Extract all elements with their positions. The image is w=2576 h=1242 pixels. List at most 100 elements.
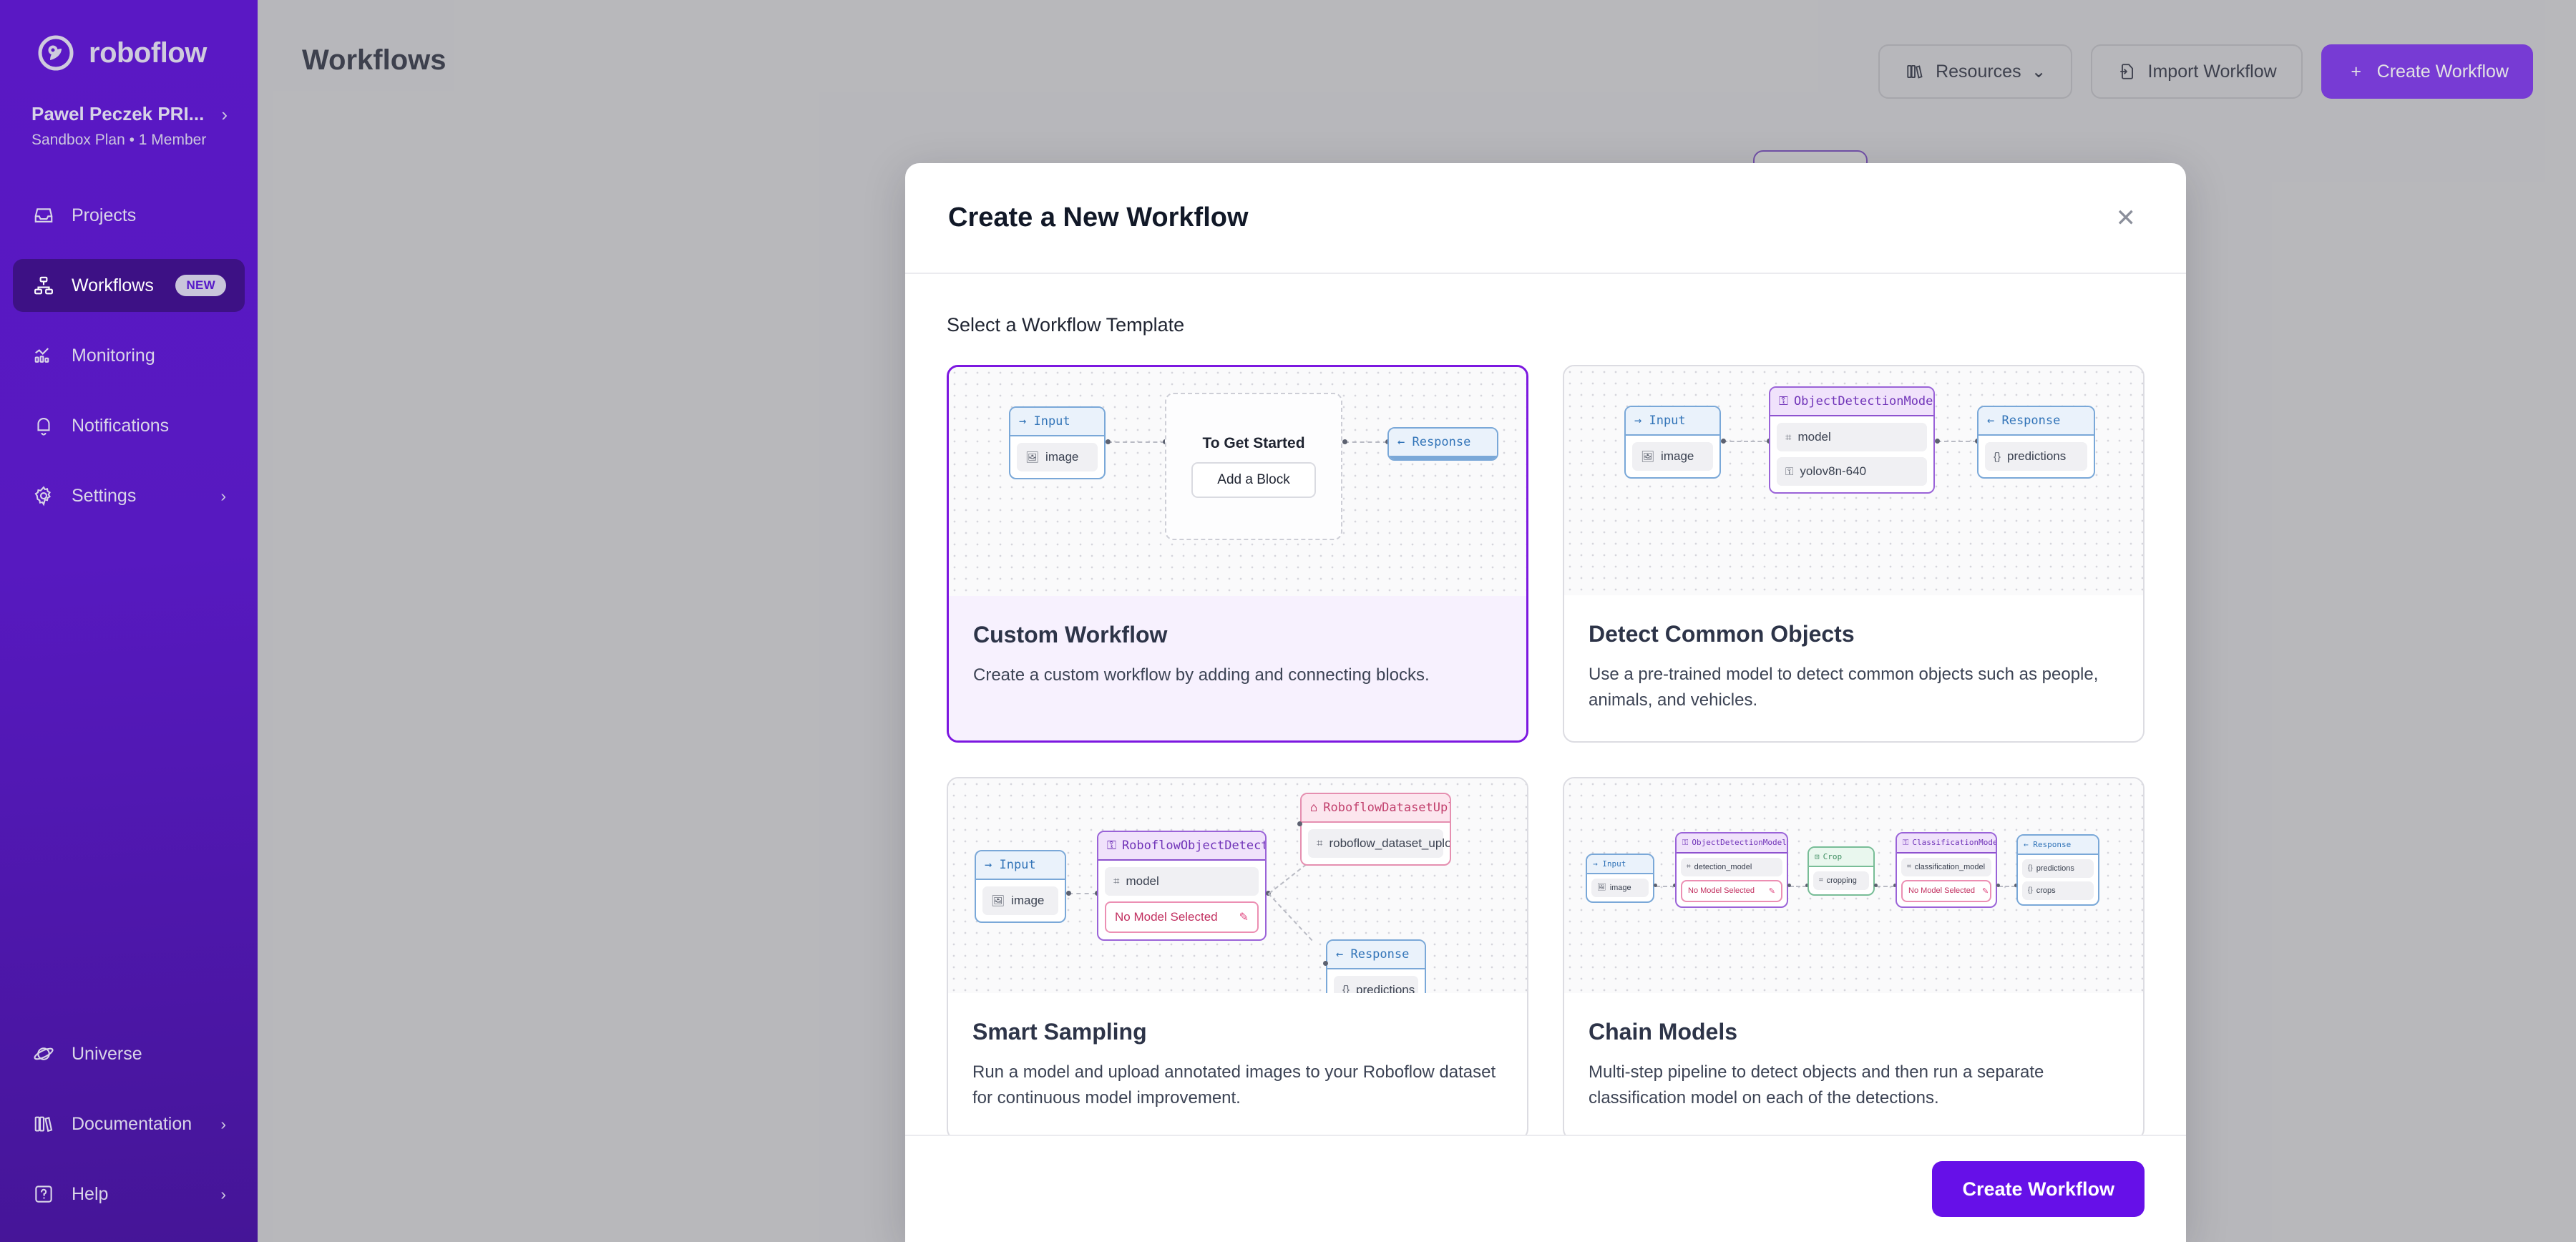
flow-node-chip: 🖼 image bbox=[1017, 443, 1098, 471]
crop-icon: ⊡ bbox=[1815, 851, 1820, 861]
org-switcher[interactable]: Pawel Peczek PRI... › Sandbox Plan • 1 M… bbox=[0, 72, 258, 149]
no-model-selected-label: No Model Selected bbox=[1115, 909, 1218, 924]
flow-node-title-text: RoboflowDatasetUpload bbox=[1323, 800, 1450, 815]
flow-node-response: ← Response {} predictions bbox=[1977, 406, 2095, 479]
param-icon: ⌗ bbox=[1785, 431, 1792, 444]
sidebar-item-workflows[interactable]: Workflows NEW bbox=[13, 259, 245, 312]
edit-pencil-icon[interactable]: ✎ bbox=[1982, 886, 1989, 896]
create-workflow-modal: Create a New Workflow ✕ Select a Workflo… bbox=[905, 163, 2186, 1242]
brand[interactable]: roboflow bbox=[0, 0, 258, 72]
template-preview-canvas: → Input 🖼 image bbox=[949, 367, 1526, 596]
no-model-selected-chip[interactable]: No Model Selected ✎ bbox=[1105, 901, 1259, 933]
flow-node-response: ← Response {} predictions {} crops bbox=[2016, 833, 2099, 906]
sidebar-item-label: Monitoring bbox=[72, 345, 155, 366]
flow-node-object-detection-model: ⚿ ObjectDetectionModel ⌗ model ⚿ yolov8n… bbox=[1769, 386, 1935, 494]
edit-pencil-icon[interactable]: ✎ bbox=[1769, 886, 1775, 896]
bell-icon bbox=[31, 414, 56, 438]
flow-node-chip: ⌗ roboflow_dataset_upload bbox=[1308, 828, 1450, 858]
sidebar-item-label: Documentation bbox=[72, 1113, 192, 1134]
flow-chip-label: crops bbox=[2036, 886, 2056, 895]
flow-edge-dot bbox=[1996, 883, 2000, 887]
flow-chip-label: model bbox=[1797, 430, 1831, 444]
flow-edge bbox=[1267, 892, 1313, 942]
json-icon: {} bbox=[2028, 886, 2033, 895]
org-plan: Sandbox Plan • 1 Member bbox=[31, 132, 207, 148]
books-icon bbox=[31, 1112, 56, 1136]
json-icon: {} bbox=[1342, 984, 1350, 993]
sidebar-item-label: Notifications bbox=[72, 415, 170, 436]
flow-edge bbox=[1656, 885, 1674, 887]
param-icon: ⌗ bbox=[1113, 875, 1120, 888]
flow-chip-label: image bbox=[1045, 450, 1079, 464]
sidebar-item-label: Universe bbox=[72, 1043, 142, 1064]
no-model-selected-label: No Model Selected bbox=[1908, 886, 1975, 896]
flow-node-title-text: RoboflowObjectDetectionModel bbox=[1121, 838, 1265, 853]
sidebar-item-documentation[interactable]: Documentation › bbox=[13, 1097, 245, 1150]
flow-node-input: → Input 🖼 image bbox=[1009, 406, 1106, 479]
flow-edge-dot bbox=[1935, 439, 1940, 444]
template-card-custom-workflow[interactable]: → Input 🖼 image To Get Started Add a Blo… bbox=[947, 365, 1528, 743]
sidebar-item-notifications[interactable]: Notifications bbox=[13, 399, 245, 452]
flow-node-response: ← Response {} predictions bbox=[1326, 939, 1426, 993]
sidebar-item-projects[interactable]: Projects bbox=[13, 189, 245, 242]
flow-chip-label: image bbox=[1661, 449, 1694, 463]
model-icon: ⚿ bbox=[1785, 465, 1794, 478]
flow-node-chip: ⌗ cropping bbox=[1813, 871, 1869, 890]
chevron-right-icon: › bbox=[220, 486, 226, 505]
no-model-selected-chip[interactable]: No Model Selected ✎ bbox=[1681, 879, 1782, 902]
sidebar-item-label: Workflows bbox=[72, 275, 154, 295]
sidebar-nav: Projects Workflows NEW Monitoring Notifi… bbox=[0, 189, 258, 522]
roboflow-logo-icon bbox=[37, 34, 74, 72]
flow-edge bbox=[1937, 441, 1977, 442]
flow-node-title: ← Response bbox=[1327, 940, 1425, 969]
modal-body: Select a Workflow Template → Input 🖼 ima… bbox=[905, 274, 2186, 1135]
flow-node-title: ← Response bbox=[2018, 835, 2098, 855]
flow-node-title-text: ObjectDetectionModel bbox=[1692, 838, 1787, 848]
template-preview-canvas: → Input 🖼 image bbox=[948, 778, 1527, 993]
chevron-right-icon: › bbox=[221, 103, 228, 125]
sidebar-item-universe[interactable]: Universe bbox=[13, 1027, 245, 1080]
model-icon: ⚿ bbox=[1903, 837, 1909, 847]
flow-node-response: ← Response bbox=[1387, 427, 1498, 461]
template-description: Multi-step pipeline to detect objects an… bbox=[1589, 1062, 2044, 1108]
flow-edge bbox=[1999, 885, 2016, 887]
no-model-selected-label: No Model Selected bbox=[1688, 886, 1755, 896]
template-card-smart-sampling[interactable]: → Input 🖼 image ⚿ RoboflowObjectDetec ⌗ … bbox=[947, 776, 1528, 1135]
template-preview-canvas: → Input 🖼 image bbox=[1564, 366, 2143, 595]
flow-node-title-text: ObjectDetectionModel bbox=[1793, 394, 1935, 409]
flow-edge-dot bbox=[1297, 821, 1302, 826]
modal-create-workflow-button[interactable]: Create Workflow bbox=[1932, 1161, 2145, 1217]
inbox-icon bbox=[31, 203, 56, 228]
sidebar-item-label: Projects bbox=[72, 205, 137, 225]
template-description: Create a custom workflow by adding and c… bbox=[973, 665, 1430, 685]
upload-icon: ⌂ bbox=[1310, 800, 1318, 815]
flow-edge-dot bbox=[1323, 960, 1328, 966]
edit-pencil-icon[interactable]: ✎ bbox=[1239, 910, 1249, 924]
app-root: roboflow Pawel Peczek PRI... › Sandbox P… bbox=[0, 0, 2576, 1242]
flow-node-input: → Input 🖼 image bbox=[1624, 406, 1721, 479]
workflow-icon bbox=[31, 273, 56, 298]
chevron-right-icon: › bbox=[220, 1184, 226, 1203]
flow-chip-label: classification_model bbox=[1914, 862, 1986, 871]
sidebar-item-monitoring[interactable]: Monitoring bbox=[13, 329, 245, 382]
template-card-detect-common-objects[interactable]: → Input 🖼 image ⚿ ObjectDetectionModel ⌗… bbox=[1563, 365, 2145, 743]
param-icon: ⌗ bbox=[1907, 863, 1911, 871]
flow-edge bbox=[1345, 441, 1387, 443]
sidebar-item-help[interactable]: Help › bbox=[13, 1168, 245, 1221]
flow-chip-label: detection_model bbox=[1694, 862, 1752, 871]
model-icon: ⚿ bbox=[1682, 837, 1689, 847]
add-a-block-button[interactable]: Add a Block bbox=[1191, 462, 1316, 498]
flow-node-title: → Input bbox=[976, 851, 1065, 880]
flow-node-title: ← Response bbox=[1979, 407, 2094, 436]
flow-node-title: ⚿ RoboflowObjectDetectionModel bbox=[1098, 831, 1265, 861]
template-grid: → Input 🖼 image To Get Started Add a Blo… bbox=[947, 365, 2145, 1135]
flow-node-classification-model: ⚿ ClassificationModel ⌗ classification_m… bbox=[1896, 831, 1997, 908]
flow-node-chip: 🖼 image bbox=[1632, 442, 1713, 471]
template-title: Custom Workflow bbox=[973, 622, 1168, 647]
flow-edge bbox=[1108, 441, 1165, 443]
template-card-chain-models[interactable]: → Input 🖼 image ⚿ ObjectDetectionModel ⌗… bbox=[1563, 776, 2145, 1135]
close-icon[interactable]: ✕ bbox=[2109, 199, 2144, 238]
flow-chip-label: roboflow_dataset_upload bbox=[1329, 836, 1451, 850]
no-model-selected-chip[interactable]: No Model Selected ✎ bbox=[1901, 879, 1991, 902]
sidebar-item-settings[interactable]: Settings › bbox=[13, 469, 245, 522]
